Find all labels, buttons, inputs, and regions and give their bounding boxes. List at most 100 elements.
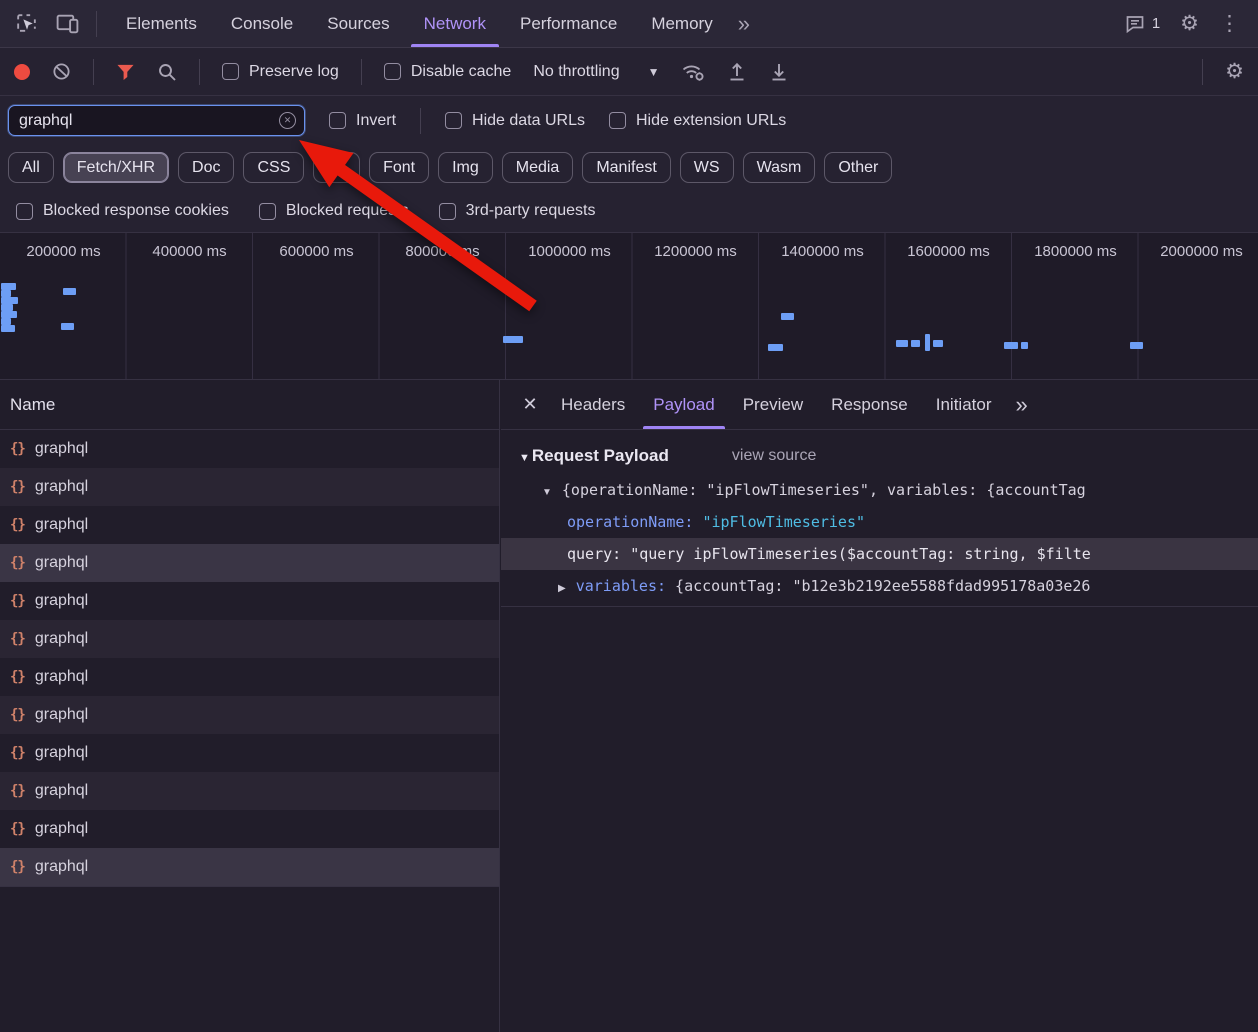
more-detail-tabs-icon[interactable]: » [1005, 392, 1037, 418]
request-name: graphql [35, 744, 88, 762]
disclosure-closed-icon[interactable]: ▶ [558, 573, 566, 602]
waterfall-bar [1130, 342, 1143, 349]
hide-data-urls-label: Hide data URLs [472, 112, 585, 130]
resource-type-chip[interactable]: JS [313, 152, 360, 183]
inspect-element-icon[interactable] [14, 11, 39, 36]
request-payload-title[interactable]: ▼Request Payload [519, 446, 669, 466]
preserve-log-checkbox[interactable]: Preserve log [222, 63, 339, 81]
device-toolbar-icon[interactable] [55, 11, 80, 36]
payload-variables-row[interactable]: ▶variables: {accountTag: "b12e3b2192ee55… [501, 570, 1258, 602]
resource-type-chip[interactable]: CSS [243, 152, 304, 183]
hide-data-urls-checkbox[interactable]: Hide data URLs [445, 112, 585, 130]
timeline-tick-label: 800000 ms [379, 243, 506, 260]
waterfall-bar [1, 318, 11, 325]
timeline-tick-label: 1800000 ms [1012, 243, 1139, 260]
checkbox-box [259, 203, 276, 220]
timeline-tick-label: 2000000 ms [1138, 243, 1258, 260]
record-network-log-icon[interactable] [14, 64, 30, 80]
main-tab[interactable]: Performance [503, 0, 634, 47]
close-details-icon[interactable]: ✕ [513, 394, 547, 415]
throttling-select[interactable]: No throttling ▼ [533, 63, 659, 81]
detail-tab[interactable]: Preview [729, 380, 817, 429]
request-row[interactable]: {} graphql [0, 848, 499, 886]
settings-gear-icon[interactable]: ⚙ [1180, 13, 1199, 34]
hide-extension-urls-label: Hide extension URLs [636, 112, 786, 130]
view-source-link[interactable]: view source [732, 447, 816, 465]
clear-filter-icon[interactable]: ✕ [279, 112, 296, 129]
main-tab[interactable]: Sources [310, 0, 406, 47]
request-name: graphql [35, 630, 88, 648]
request-row[interactable]: {} graphql [0, 430, 499, 468]
request-row[interactable]: {} graphql [0, 544, 499, 582]
kebab-menu-icon[interactable]: ⋮ [1219, 13, 1240, 34]
resource-type-chip[interactable]: Wasm [743, 152, 816, 183]
request-row[interactable]: {} graphql [0, 658, 499, 696]
console-messages-button[interactable]: 1 [1125, 14, 1160, 34]
resource-type-chip[interactable]: All [8, 152, 54, 183]
request-row[interactable]: {} graphql [0, 810, 499, 848]
checkbox-box [329, 112, 346, 129]
resource-type-chip[interactable]: Media [502, 152, 574, 183]
main-tab[interactable]: Memory [634, 0, 729, 47]
resource-type-chip[interactable]: Other [824, 152, 892, 183]
disable-cache-checkbox[interactable]: Disable cache [384, 63, 512, 81]
filter-input[interactable] [19, 112, 279, 130]
resource-type-chip[interactable]: WS [680, 152, 734, 183]
hide-extension-urls-checkbox[interactable]: Hide extension URLs [609, 112, 786, 130]
filter-input-box: ✕ [8, 105, 305, 136]
payload-root-row[interactable]: ▼{operationName: "ipFlowTimeseries", var… [501, 474, 1258, 506]
request-row[interactable]: {} graphql [0, 468, 499, 506]
detail-tab[interactable]: Initiator [922, 380, 1006, 429]
resource-type-chip[interactable]: Font [369, 152, 429, 183]
name-column-header[interactable]: Name [0, 380, 499, 430]
payload-operationname-row[interactable]: operationName: "ipFlowTimeseries" [501, 506, 1258, 538]
invert-checkbox[interactable]: Invert [329, 112, 396, 130]
option-checkbox[interactable]: 3rd-party requests [439, 202, 596, 220]
resource-type-chip[interactable]: Doc [178, 152, 234, 183]
timeline-tick-label: 600000 ms [253, 243, 380, 260]
request-name: graphql [35, 820, 88, 838]
option-checkbox[interactable]: Blocked requests [259, 202, 409, 220]
timeline-tick-label: 1400000 ms [759, 243, 886, 260]
request-row[interactable]: {} graphql [0, 696, 499, 734]
export-har-icon[interactable] [769, 61, 789, 82]
clear-network-log-icon[interactable] [52, 62, 71, 81]
request-row[interactable]: {} graphql [0, 772, 499, 810]
topbar-right: 1 ⚙ ⋮ [1125, 13, 1258, 34]
request-row[interactable]: {} graphql [0, 734, 499, 772]
detail-tabs: HeadersPayloadPreviewResponseInitiator [547, 380, 1005, 429]
disclosure-open-icon[interactable]: ▼ [542, 477, 552, 506]
resource-type-chip[interactable]: Img [438, 152, 493, 183]
payload-object-value: {accountTag: "b12e3b2192ee5588fdad995178… [675, 577, 1090, 595]
main-tab[interactable]: Elements [109, 0, 214, 47]
resource-type-chip[interactable]: Manifest [582, 152, 670, 183]
resource-type-chip[interactable]: Fetch/XHR [63, 152, 169, 183]
waterfall-bar [1021, 342, 1028, 349]
checkbox-box [222, 63, 239, 80]
detail-tab[interactable]: Headers [547, 380, 639, 429]
messages-count-badge: 1 [1152, 15, 1160, 32]
topbar-divider [96, 11, 97, 37]
timeline-tick-label: 1200000 ms [632, 243, 759, 260]
filter-divider [420, 108, 421, 134]
request-row[interactable]: {} graphql [0, 582, 499, 620]
request-name: graphql [35, 440, 88, 458]
more-tabs-icon[interactable]: » [730, 13, 758, 35]
main-tab[interactable]: Network [407, 0, 503, 47]
payload-query-row[interactable]: query: "query ipFlowTimeseries($accountT… [501, 538, 1258, 570]
detail-tab[interactable]: Payload [639, 380, 728, 429]
main-tab[interactable]: Console [214, 0, 310, 47]
request-row[interactable]: {} graphql [0, 620, 499, 658]
option-checkbox[interactable]: Blocked response cookies [16, 202, 229, 220]
import-har-icon[interactable] [727, 61, 747, 82]
network-toolbar: Preserve log Disable cache No throttling… [0, 48, 1258, 96]
filter-funnel-icon[interactable] [116, 63, 135, 81]
request-row[interactable]: {} graphql [0, 506, 499, 544]
detail-tab[interactable]: Response [817, 380, 922, 429]
payload-tree: ▼{operationName: "ipFlowTimeseries", var… [501, 474, 1258, 607]
network-overview-timeline[interactable]: 200000 ms400000 ms600000 ms800000 ms1000… [0, 232, 1258, 380]
network-settings-gear-icon[interactable]: ⚙ [1225, 61, 1244, 82]
waterfall-bar [61, 323, 74, 330]
network-conditions-icon[interactable] [681, 61, 705, 82]
search-icon[interactable] [157, 62, 177, 82]
